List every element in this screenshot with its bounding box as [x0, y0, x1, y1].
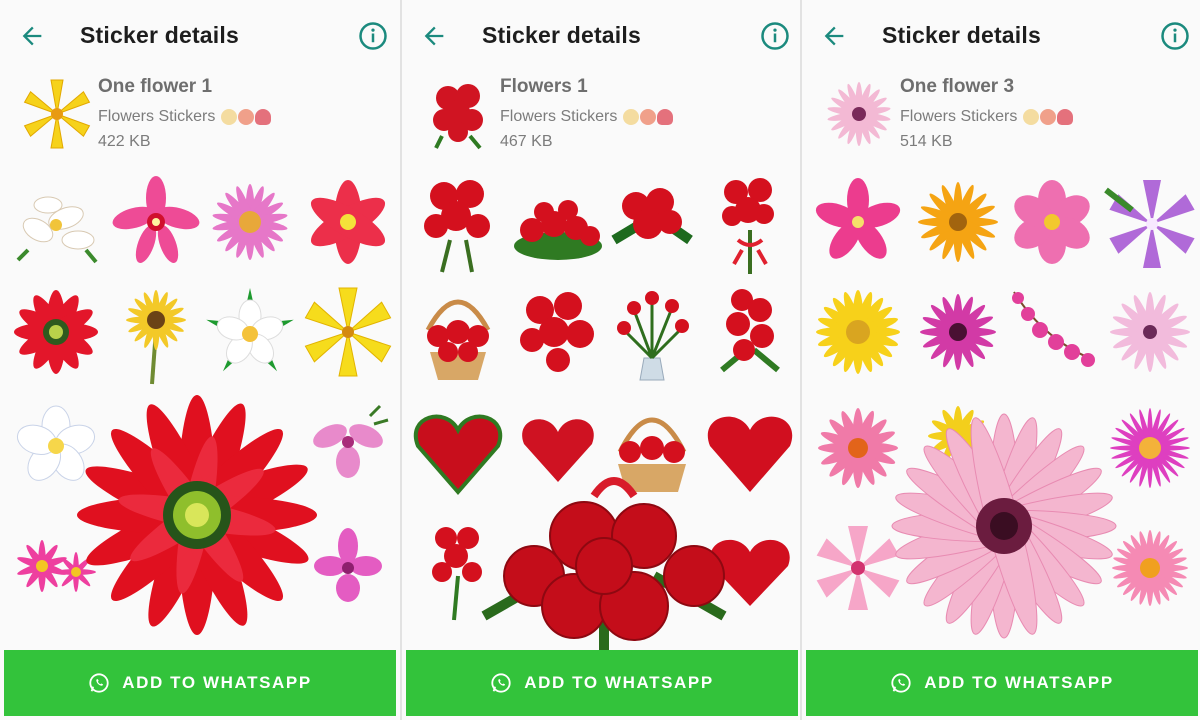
sticker-pink-cosmos[interactable]	[1004, 170, 1100, 276]
sticker-rose-cluster[interactable]	[510, 280, 606, 386]
sticker-pink-plumeria[interactable]	[810, 170, 906, 276]
add-to-whatsapp-label: ADD TO WHATSAPP	[924, 673, 1114, 692]
pack-name: One flower 1	[98, 76, 213, 97]
arrow-left-icon[interactable]	[18, 22, 46, 50]
sticker-yellow-gerbera[interactable]	[810, 280, 906, 386]
pack-publisher-label: Flowers Stickers	[98, 108, 216, 125]
page-title: Sticker details	[882, 22, 1041, 48]
info-circle-icon[interactable]	[1160, 21, 1190, 51]
rose-icon	[640, 109, 657, 125]
pack-tray-icon	[827, 82, 891, 146]
rose-icon	[238, 109, 255, 125]
pack-tray-icon	[433, 84, 483, 150]
sticker-yellow-lily[interactable]	[300, 280, 396, 386]
sticker-white-lilies[interactable]	[8, 170, 104, 276]
pack-name: Flowers 1	[500, 76, 588, 97]
white-flower-icon	[1023, 109, 1040, 125]
page-title: Sticker details	[482, 22, 641, 48]
sticker-rose-basket[interactable]	[410, 280, 506, 386]
white-flower-icon	[623, 109, 640, 125]
pack-name: One flower 3	[900, 76, 1015, 97]
add-to-whatsapp-button[interactable]: ADD TO WHATSAPP	[806, 650, 1198, 716]
sticker-details-panel-3: Sticker details One flower 3 Flowers Sti…	[800, 0, 1200, 720]
sticker-preview-pink-daisy[interactable]	[888, 396, 1120, 650]
add-to-whatsapp-button[interactable]: ADD TO WHATSAPP	[406, 650, 798, 716]
flower-emoji-icons	[221, 109, 272, 125]
white-flower-icon	[221, 109, 238, 125]
sticker-rose-pile[interactable]	[510, 170, 606, 276]
whatsapp-icon	[891, 673, 911, 693]
pack-publisher: Flowers Stickers	[900, 108, 1074, 126]
pack-size: 514 KB	[900, 133, 953, 150]
info-circle-icon[interactable]	[760, 21, 790, 51]
info-circle-icon[interactable]	[358, 21, 388, 51]
pack-publisher: Flowers Stickers	[98, 108, 272, 126]
app-bar: Sticker details	[402, 0, 800, 70]
pack-tray-icon	[23, 79, 91, 149]
tulip-icon	[255, 109, 272, 125]
sticker-grid	[802, 160, 1200, 650]
app-bar: Sticker details	[802, 0, 1200, 70]
sticker-yellow-daisy[interactable]	[108, 280, 204, 386]
pack-publisher-label: Flowers Stickers	[900, 108, 1018, 125]
sticker-pink-orchid-spray[interactable]	[1004, 280, 1100, 386]
rose-icon	[1040, 109, 1057, 125]
pack-size: 422 KB	[98, 133, 151, 150]
sticker-grid	[402, 160, 800, 656]
sticker-rose-posy[interactable]	[604, 170, 700, 276]
sticker-orange-daisy[interactable]	[910, 170, 1006, 276]
sticker-red-dahlia[interactable]	[8, 280, 104, 386]
add-to-whatsapp-label: ADD TO WHATSAPP	[524, 673, 714, 692]
whatsapp-icon	[89, 673, 109, 693]
flower-emoji-icons	[1023, 109, 1074, 125]
whatsapp-icon	[491, 673, 511, 693]
sticker-rose-ribbon[interactable]	[702, 170, 798, 276]
app-bar: Sticker details	[0, 0, 400, 70]
pack-size: 467 KB	[500, 133, 553, 150]
add-to-whatsapp-button[interactable]: ADD TO WHATSAPP	[4, 650, 396, 716]
page-title: Sticker details	[80, 22, 239, 48]
sticker-rose-vase[interactable]	[604, 280, 700, 386]
sticker-white-frangipani[interactable]	[202, 280, 298, 386]
sticker-purple-lily[interactable]	[1102, 170, 1198, 276]
sticker-preview-red-roses[interactable]	[464, 466, 744, 656]
pack-publisher-label: Flowers Stickers	[500, 108, 618, 125]
sticker-details-panel-1: Sticker details One flower 1 Flowers Sti…	[0, 0, 400, 720]
sticker-pink-orchid[interactable]	[108, 170, 204, 276]
flower-emoji-icons	[623, 109, 674, 125]
pack-publisher: Flowers Stickers	[500, 108, 674, 126]
arrow-left-icon[interactable]	[420, 22, 448, 50]
sticker-pink-aster[interactable]	[202, 170, 298, 276]
tulip-icon	[657, 109, 674, 125]
sticker-grid	[0, 160, 400, 650]
tulip-icon	[1057, 109, 1074, 125]
sticker-rose-bouquet[interactable]	[410, 170, 506, 276]
sticker-details-panel-2: Sticker details Flowers 1 Flowers Sticke…	[400, 0, 800, 720]
sticker-magenta-daisy[interactable]	[910, 280, 1006, 386]
arrow-left-icon[interactable]	[820, 22, 848, 50]
sticker-preview-red-dahlia[interactable]	[72, 385, 322, 650]
sticker-rose-tall[interactable]	[702, 280, 798, 386]
sticker-pale-pink-daisy[interactable]	[1102, 280, 1198, 386]
add-to-whatsapp-label: ADD TO WHATSAPP	[122, 673, 312, 692]
sticker-red-lily[interactable]	[300, 170, 396, 276]
